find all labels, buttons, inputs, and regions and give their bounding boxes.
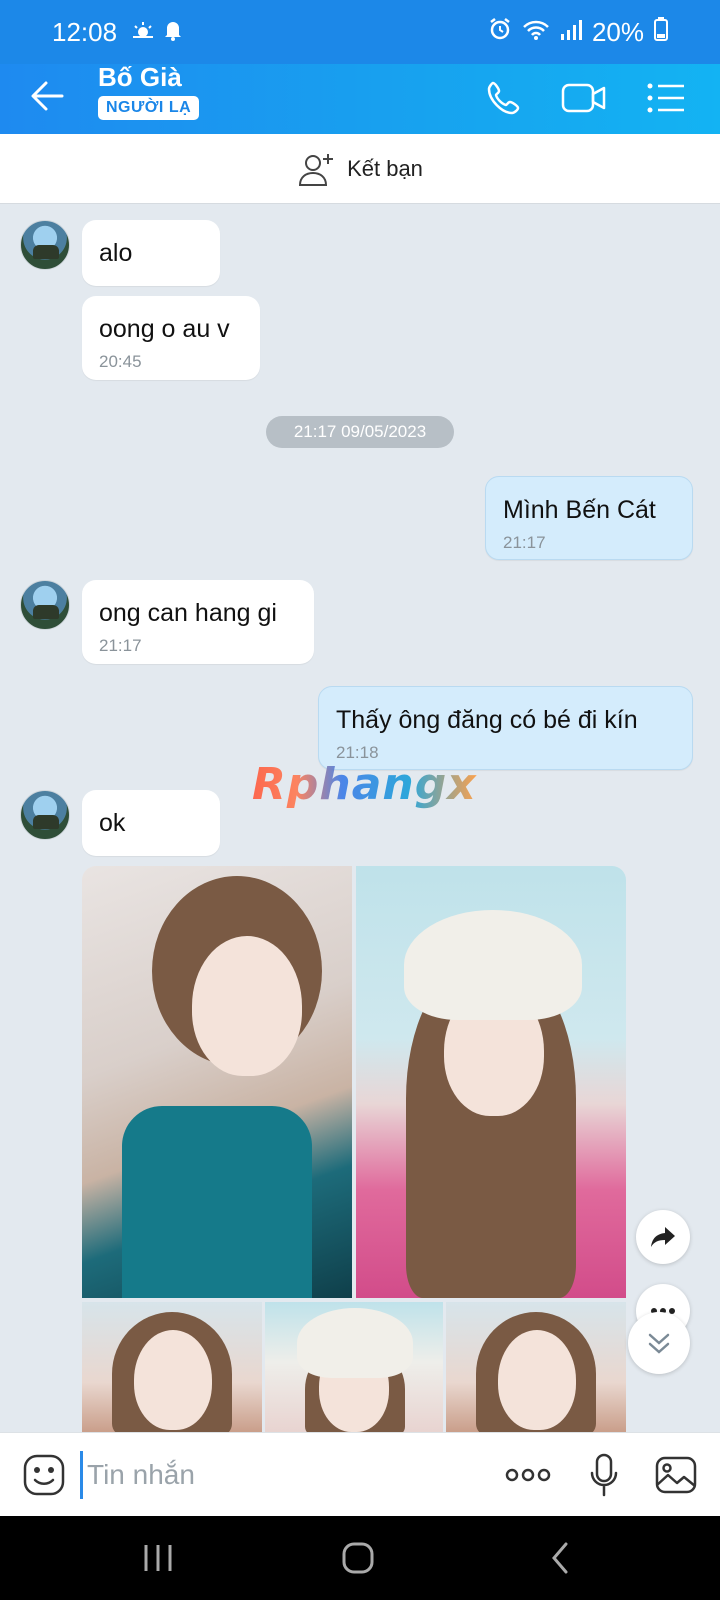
system-navigation-bar	[0, 1516, 720, 1600]
more-dots-icon	[505, 1468, 551, 1482]
menu-list-icon	[647, 83, 684, 113]
emoji-icon	[23, 1454, 65, 1496]
stranger-badge: NGƯỜI LẠ	[98, 96, 200, 120]
double-chevron-down-icon	[648, 1333, 670, 1354]
emoji-button[interactable]	[22, 1453, 66, 1497]
message-time: 21:17	[99, 636, 142, 655]
add-friend-icon	[299, 153, 334, 186]
photo-thumbnail[interactable]	[82, 866, 352, 1298]
image-gallery-message[interactable]	[82, 866, 626, 1432]
avatar[interactable]	[20, 220, 70, 270]
message-input-bar	[0, 1432, 720, 1516]
add-friend-button[interactable]: Kết bạn	[0, 134, 720, 204]
status-bar: 12:08 20%	[0, 0, 720, 64]
message-time: 20:45	[99, 352, 142, 371]
message-bubble[interactable]: Thấy ông đăng có bé đi kín 21:18	[318, 686, 693, 770]
message-input[interactable]	[80, 1451, 460, 1499]
watermark-logo: Rphangx	[252, 759, 477, 810]
message-time: 21:17	[503, 533, 546, 552]
phone-icon	[487, 81, 520, 115]
home-icon	[342, 1542, 374, 1574]
image-gallery-icon	[655, 1456, 697, 1494]
avatar[interactable]	[20, 580, 70, 630]
wifi-icon	[522, 17, 550, 48]
share-button[interactable]	[636, 1210, 690, 1264]
photo-thumbnail[interactable]	[446, 1302, 626, 1432]
microphone-icon	[590, 1453, 618, 1497]
avatar[interactable]	[20, 790, 70, 840]
voice-message-button[interactable]	[580, 1451, 628, 1499]
battery-icon	[654, 16, 668, 48]
photo-thumbnail[interactable]	[82, 1302, 262, 1432]
nav-back-button[interactable]	[536, 1536, 584, 1580]
video-camera-icon	[561, 83, 606, 113]
recents-button[interactable]	[134, 1536, 182, 1580]
add-friend-label: Kết bạn	[347, 155, 423, 181]
chat-header: Bố Già NGƯỜI LẠ	[0, 62, 720, 134]
date-divider: 21:17 09/05/2023	[266, 416, 454, 448]
voice-call-button[interactable]	[480, 74, 528, 122]
message-bubble[interactable]: ok	[82, 790, 220, 856]
alarm-icon	[488, 17, 512, 48]
photo-thumbnail[interactable]	[265, 1302, 443, 1432]
back-icon	[552, 1542, 568, 1574]
battery-percent: 20%	[591, 16, 644, 47]
back-button[interactable]	[26, 74, 70, 118]
home-button[interactable]	[334, 1536, 382, 1580]
recents-icon	[144, 1545, 172, 1571]
message-bubble[interactable]: oong o au v 20:45	[82, 296, 260, 380]
message-bubble[interactable]: ong can hang gi 21:17	[82, 580, 314, 664]
contact-name[interactable]: Bố Già	[98, 62, 182, 93]
chat-messages[interactable]: alo oong o au v 20:45 21:17 09/05/2023 M…	[0, 204, 720, 1432]
more-actions-button[interactable]	[504, 1451, 552, 1499]
clock: 12:08	[52, 16, 118, 47]
signal-icon	[560, 17, 582, 48]
scroll-to-bottom-button[interactable]	[628, 1312, 690, 1374]
video-call-button[interactable]	[560, 74, 608, 122]
back-arrow-icon	[31, 81, 64, 111]
share-arrow-icon	[651, 1227, 675, 1247]
weather-icon	[131, 17, 155, 48]
photo-thumbnail[interactable]	[356, 866, 626, 1298]
send-image-button[interactable]	[652, 1451, 700, 1499]
message-bubble[interactable]: Mình Bến Cát 21:17	[485, 476, 693, 560]
message-bubble[interactable]: alo	[82, 220, 220, 286]
notification-bell-icon	[163, 17, 183, 48]
options-menu-button[interactable]	[642, 74, 690, 122]
